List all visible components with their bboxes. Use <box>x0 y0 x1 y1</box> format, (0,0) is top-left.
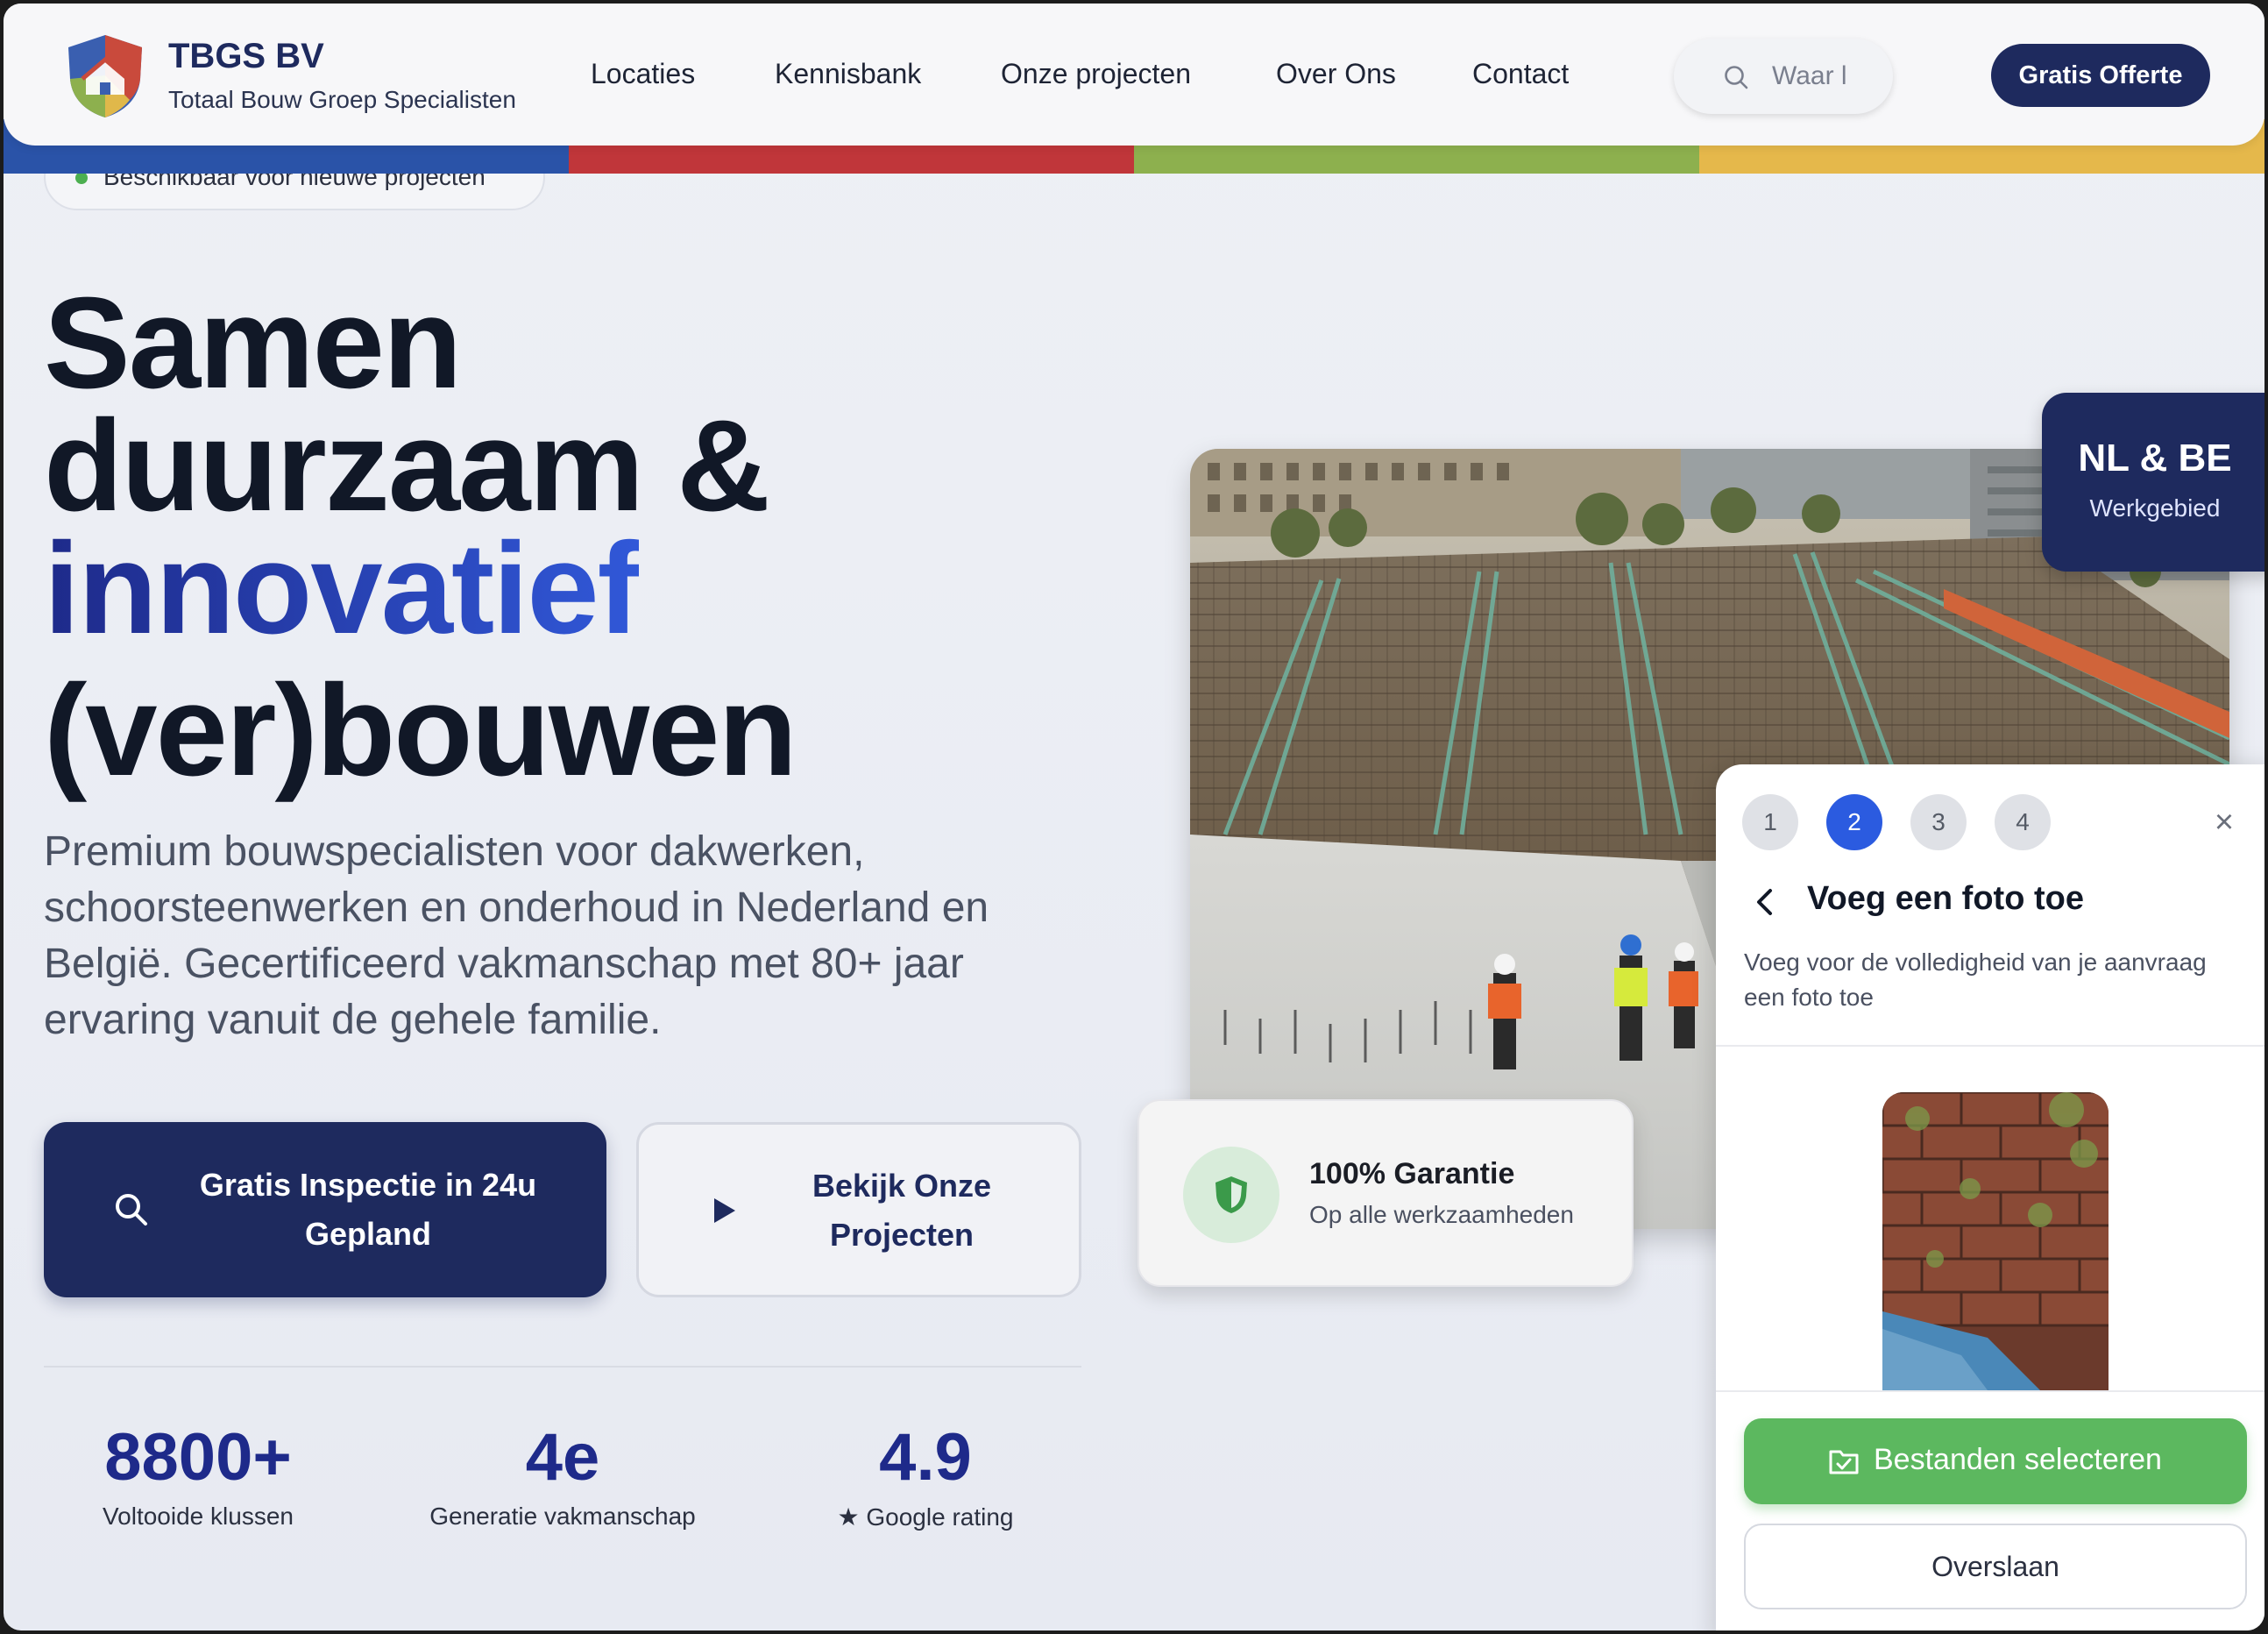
photo-upload-panel: 1 2 3 4 × Voeg een foto toe Voeg voor de… <box>1716 764 2264 1630</box>
search-icon <box>1725 66 1748 89</box>
header-bar: TBGS BV Totaal Bouw Groep Specialisten L… <box>4 4 2264 146</box>
headline-line-1: Samen <box>44 271 462 416</box>
select-files-button[interactable]: Bestanden selecteren <box>1744 1418 2247 1504</box>
panel-description: Voeg voor de volledigheid van je aanvraa… <box>1744 948 2207 1011</box>
guarantee-icon-circle <box>1183 1147 1279 1243</box>
step-3[interactable]: 3 <box>1910 794 1967 850</box>
area-title: NL & BE <box>2078 437 2232 480</box>
logo-shield-icon[interactable] <box>65 33 145 119</box>
hero-lead-text: Premium bouwspecialisten voor dakwerken,… <box>44 828 989 1043</box>
photo-preview <box>1882 1092 2109 1390</box>
stat-label: Generatie vakmanschap <box>429 1503 696 1530</box>
folder-check-icon <box>1829 1450 1859 1474</box>
projects-button[interactable]: Bekijk Onze Projecten <box>636 1122 1081 1297</box>
stats-divider <box>44 1366 1081 1368</box>
projects-button-label: Bekijk Onze Projecten <box>812 1168 992 1253</box>
chevron-left-icon[interactable] <box>1751 887 1781 917</box>
stat-rating: 4.9 ★ Google rating <box>750 1418 1101 1531</box>
browser-frame: TBGS BV Totaal Bouw Groep Specialisten L… <box>4 4 2264 1630</box>
status-dot <box>75 172 88 184</box>
nav-kennisbank[interactable]: Kennisbank <box>775 58 921 90</box>
service-area-badge: NL & BE Werkgebied <box>2042 393 2264 572</box>
nav-onze-projecten[interactable]: Onze projecten <box>1001 58 1191 90</box>
nav-over-ons[interactable]: Over Ons <box>1276 58 1396 90</box>
step-2-active[interactable]: 2 <box>1826 794 1882 850</box>
nav-contact[interactable]: Contact <box>1472 58 1569 90</box>
guarantee-subtitle: Op alle werkzaamheden <box>1309 1201 1574 1228</box>
site-header: TBGS BV Totaal Bouw Groep Specialisten L… <box>4 4 2264 174</box>
brand-name[interactable]: TBGS BV <box>168 37 324 76</box>
stat-generatie: 4e Generatie vakmanschap <box>387 1418 738 1531</box>
stat-klussen: 8800+ Voltooide klussen <box>23 1418 373 1531</box>
search-placeholder: Waar l <box>1772 61 1847 90</box>
stat-label: ★ Google rating <box>837 1503 1014 1531</box>
panel-divider <box>1716 1045 2264 1047</box>
headline-line-4: (ver)bouwen <box>44 658 797 803</box>
select-files-label: Bestanden selecteren <box>1874 1443 2162 1476</box>
step-1[interactable]: 1 <box>1742 794 1798 850</box>
nav-locaties[interactable]: Locaties <box>591 58 695 90</box>
inspection-button[interactable]: Gratis Inspectie in 24u Gepland <box>44 1122 606 1297</box>
brand-subtitle: Totaal Bouw Groep Specialisten <box>168 86 516 113</box>
step-4[interactable]: 4 <box>1995 794 2051 850</box>
panel-title: Voeg een foto toe <box>1807 880 2084 917</box>
gratis-offerte-button[interactable]: Gratis Offerte <box>1991 44 2210 107</box>
panel-divider <box>1716 1390 2264 1392</box>
stat-value: 8800+ <box>104 1420 292 1495</box>
guarantee-title: 100% Garantie <box>1309 1157 1515 1190</box>
play-icon <box>714 1198 735 1223</box>
headline-accent: innovatief <box>44 516 641 661</box>
headline-line-2: duurzaam & <box>44 394 770 538</box>
search-input[interactable]: Waar l <box>1674 39 1893 114</box>
guarantee-card: 100% Garantie Op alle werkzaamheden <box>1138 1099 1634 1287</box>
stat-value: 4.9 <box>879 1420 972 1495</box>
search-icon <box>116 1194 147 1226</box>
area-subtitle: Werkgebied <box>2089 494 2221 522</box>
shield-icon <box>1216 1176 1247 1213</box>
stat-value: 4e <box>525 1420 600 1495</box>
stat-label: Voltooide klussen <box>103 1503 294 1530</box>
brick-wall-image <box>1882 1092 2109 1390</box>
skip-button[interactable]: Overslaan <box>1744 1524 2247 1609</box>
inspection-button-label: Gratis Inspectie in 24u Gepland <box>199 1167 537 1252</box>
close-icon[interactable]: × <box>2207 805 2242 840</box>
